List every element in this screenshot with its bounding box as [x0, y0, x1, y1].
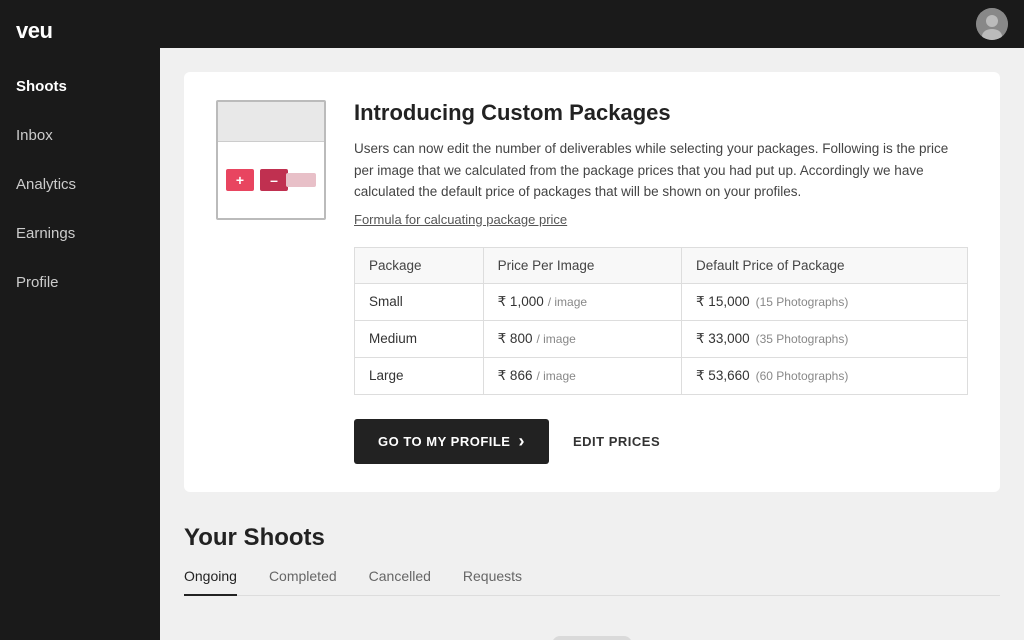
shoots-section: Your Shoots Ongoing Completed Cancelled Req…	[184, 524, 1000, 596]
illus-bar	[286, 173, 316, 187]
pkg-price: ₹ 800/ image	[483, 320, 681, 357]
package-table: Package Price Per Image Default Price of…	[354, 247, 968, 395]
illus-plus-btn: +	[226, 169, 254, 191]
illus-minus-btn: –	[260, 169, 288, 191]
sidebar-item-inbox[interactable]: Inbox	[0, 111, 160, 160]
brand-logo: veu	[0, 0, 160, 62]
sidebar-item-analytics[interactable]: Analytics	[0, 160, 160, 209]
pkg-name: Small	[355, 283, 484, 320]
pkg-default-price: ₹ 33,000(35 Photographs)	[681, 320, 967, 357]
pkg-price: ₹ 1,000/ image	[483, 283, 681, 320]
card-actions: GO TO MY PROFILE › EDIT PRICES	[354, 419, 968, 464]
formula-link[interactable]: Formula for calcuating package price	[354, 212, 567, 227]
illus-top	[218, 102, 324, 142]
sidebar-item-earnings[interactable]: Earnings	[0, 209, 160, 258]
table-row: Small ₹ 1,000/ image ₹ 15,000(15 Photogr…	[355, 283, 968, 320]
card-title: Introducing Custom Packages	[354, 100, 968, 126]
col-default-price: Default Price of Package	[681, 247, 967, 283]
tab-completed[interactable]: Completed	[269, 568, 337, 596]
pkg-price: ₹ 866/ image	[483, 357, 681, 394]
col-package: Package	[355, 247, 484, 283]
pkg-name: Large	[355, 357, 484, 394]
tab-cancelled[interactable]: Cancelled	[369, 568, 431, 596]
table-row: Large ₹ 866/ image ₹ 53,660(60 Photograp…	[355, 357, 968, 394]
card-description: Users can now edit the number of deliver…	[354, 138, 968, 203]
edit-prices-button[interactable]: EDIT PRICES	[573, 434, 660, 449]
col-price-per-image: Price Per Image	[483, 247, 681, 283]
sidebar-item-shoots[interactable]: Shoots	[0, 62, 160, 111]
package-illustration: + –	[216, 100, 326, 220]
ghost-image	[184, 636, 1000, 640]
go-to-profile-button[interactable]: GO TO MY PROFILE ›	[354, 419, 549, 464]
card-content: Introducing Custom Packages Users can no…	[354, 100, 968, 464]
topbar	[160, 0, 1024, 48]
pkg-default-price: ₹ 53,660(60 Photographs)	[681, 357, 967, 394]
custom-packages-card: + – Introducing Custom Packages Users ca…	[184, 72, 1000, 492]
shoots-tabs: Ongoing Completed Cancelled Requests	[184, 568, 1000, 596]
user-avatar[interactable]	[976, 8, 1008, 40]
shoots-section-title: Your Shoots	[184, 524, 1000, 552]
pkg-name: Medium	[355, 320, 484, 357]
main-content: + – Introducing Custom Packages Users ca…	[160, 48, 1024, 640]
tab-requests[interactable]: Requests	[463, 568, 522, 596]
sidebar-item-profile[interactable]: Profile	[0, 258, 160, 307]
sidebar: veu Shoots Inbox Analytics Earnings Prof…	[0, 0, 160, 640]
pkg-default-price: ₹ 15,000(15 Photographs)	[681, 283, 967, 320]
arrow-right-icon: ›	[518, 431, 525, 452]
table-row: Medium ₹ 800/ image ₹ 33,000(35 Photogra…	[355, 320, 968, 357]
tab-ongoing[interactable]: Ongoing	[184, 568, 237, 596]
illus-bottom: + –	[218, 142, 324, 218]
camera-ghost-icon	[552, 636, 632, 640]
